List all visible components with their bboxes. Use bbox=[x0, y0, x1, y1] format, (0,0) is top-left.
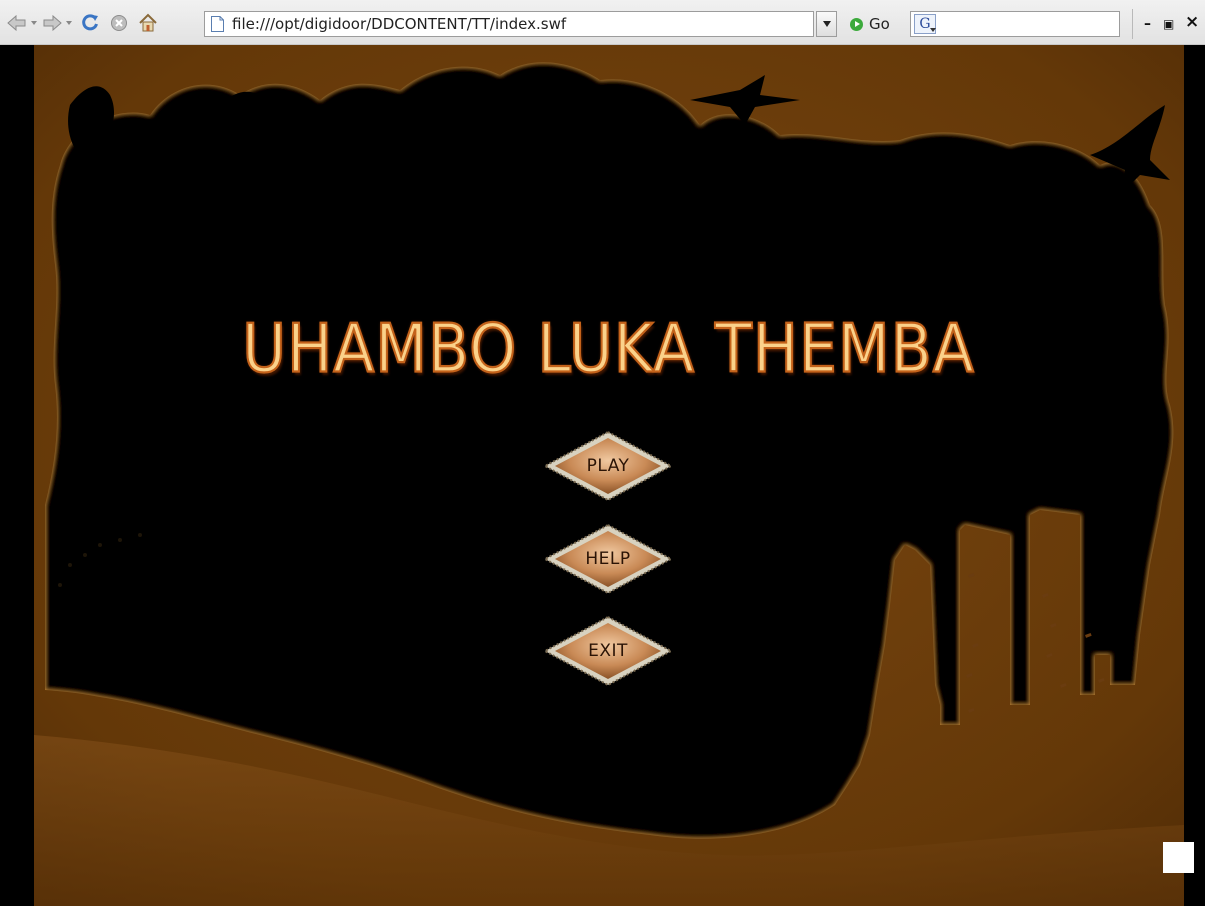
play-button[interactable]: PLAY bbox=[543, 430, 673, 502]
page-icon bbox=[211, 16, 224, 32]
go-label: Go bbox=[869, 15, 890, 33]
flash-content[interactable]: UHAMBO LUKA THEMBA PLAY HELP EXIT bbox=[0, 45, 1205, 906]
back-button[interactable] bbox=[6, 12, 28, 34]
exit-label: EXIT bbox=[588, 641, 628, 661]
minimize-button[interactable]: – bbox=[1144, 16, 1151, 32]
go-button[interactable]: Go bbox=[850, 12, 890, 36]
stop-icon bbox=[111, 15, 127, 31]
toolbar-divider bbox=[1132, 9, 1133, 39]
back-icon bbox=[7, 15, 26, 31]
forward-history-dropdown[interactable] bbox=[66, 21, 72, 25]
home-icon bbox=[139, 13, 157, 32]
reload-icon bbox=[82, 14, 98, 31]
game-title: UHAMBO LUKA THEMBA bbox=[241, 309, 975, 390]
corner-square[interactable] bbox=[1163, 842, 1194, 873]
go-icon bbox=[850, 17, 863, 31]
search-input[interactable] bbox=[942, 15, 1116, 33]
help-label: HELP bbox=[585, 549, 631, 569]
stop-button[interactable] bbox=[108, 12, 130, 34]
home-button[interactable] bbox=[137, 12, 159, 34]
browser-toolbar: Go G – ▣ × bbox=[0, 0, 1205, 45]
forward-icon bbox=[43, 15, 62, 31]
address-history-dropdown[interactable] bbox=[816, 11, 837, 37]
search-engine-icon[interactable]: G bbox=[914, 14, 936, 34]
restore-button[interactable]: ▣ bbox=[1163, 16, 1174, 32]
chevron-down-icon bbox=[822, 21, 831, 27]
play-label: PLAY bbox=[586, 456, 630, 476]
close-button[interactable]: × bbox=[1185, 14, 1199, 31]
exit-button[interactable]: EXIT bbox=[543, 615, 673, 687]
back-history-dropdown[interactable] bbox=[31, 21, 37, 25]
reload-button[interactable] bbox=[79, 12, 101, 34]
address-input[interactable] bbox=[232, 15, 792, 33]
address-bar[interactable] bbox=[204, 11, 814, 37]
search-bar[interactable]: G bbox=[910, 11, 1120, 37]
help-button[interactable]: HELP bbox=[543, 523, 673, 595]
forward-button[interactable] bbox=[41, 12, 63, 34]
